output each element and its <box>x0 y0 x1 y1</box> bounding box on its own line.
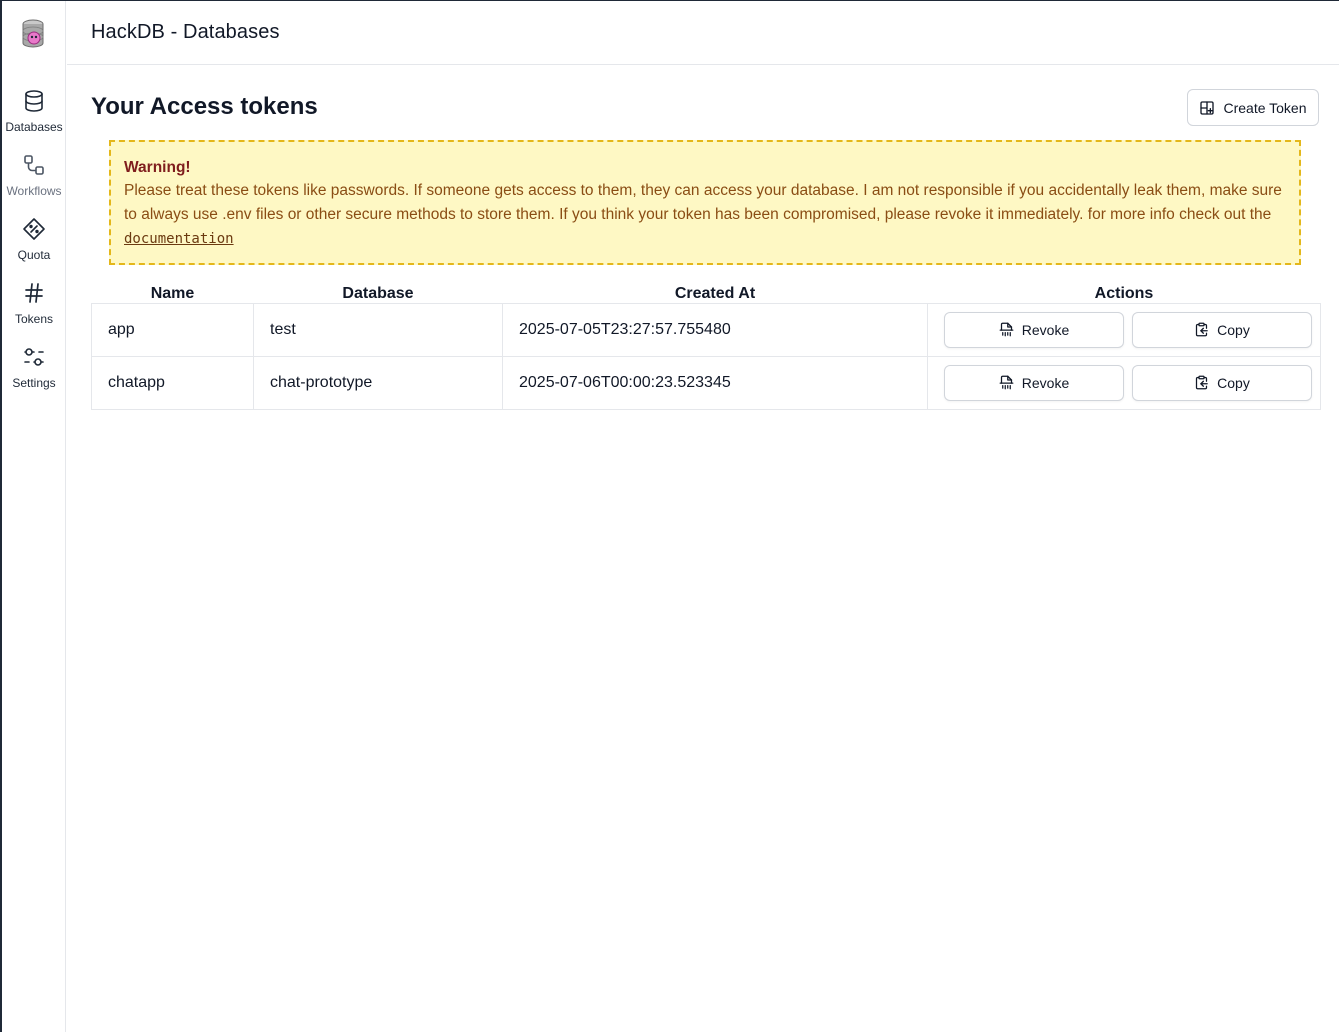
action-buttons: Revoke Copy <box>944 311 1312 348</box>
revoke-label: Revoke <box>1021 374 1070 391</box>
column-header-name: Name <box>150 284 195 302</box>
workflow-icon <box>24 155 44 175</box>
token-actions-cell: Revoke Copy <box>927 302 1321 357</box>
database-logo-icon[interactable] <box>19 18 47 50</box>
sidebar-item-label: Databases <box>5 120 63 134</box>
sliders-icon <box>24 348 44 366</box>
token-name-cell: chatapp <box>91 355 254 410</box>
app-window: Databases Workflows Quota Tokens Setting… <box>0 0 1339 1032</box>
column-header-actions: Actions <box>1094 284 1154 302</box>
sidebar-item-databases[interactable]: Databases <box>2 89 66 145</box>
quota-icon <box>23 218 45 240</box>
documentation-link[interactable]: documentation <box>124 231 234 247</box>
sidebar-item-label: Workflows <box>6 184 62 198</box>
token-database-cell: chat-prototype <box>253 355 503 410</box>
sidebar-item-tokens[interactable]: Tokens <box>2 281 66 337</box>
create-token-label: Create Token <box>1223 99 1307 116</box>
sidebar-item-label: Tokens <box>14 312 54 326</box>
sidebar: Databases Workflows Quota Tokens Setting… <box>2 1 66 1032</box>
shredder-icon <box>999 375 1014 390</box>
warning-title: Warning! <box>124 159 191 176</box>
copy-label: Copy <box>1217 374 1250 391</box>
revoke-button[interactable]: Revoke <box>944 311 1124 348</box>
token-created-cell: 2025-07-06T00:00:23.523345 <box>502 355 928 410</box>
sidebar-item-quota[interactable]: Quota <box>2 217 66 273</box>
page-title: Your Access tokens <box>91 93 318 120</box>
copy-button[interactable]: Copy <box>1132 364 1312 401</box>
app-title: HackDB - Databases <box>91 21 280 43</box>
table-header-row: Name Database Created At Actions <box>92 280 1321 303</box>
sidebar-item-label: Settings <box>12 376 56 390</box>
table-row: chatapp chat-prototype 2025-07-06T00:00:… <box>91 355 1321 410</box>
table-row: app test 2025-07-05T23:27:57.755480 Revo… <box>91 302 1321 357</box>
revoke-button[interactable]: Revoke <box>944 364 1124 401</box>
tokens-table: Name Database Created At Actions app tes… <box>91 280 1321 410</box>
copy-button[interactable]: Copy <box>1132 311 1312 348</box>
warning-body: Please treat these tokens like passwords… <box>124 179 1287 251</box>
revoke-label: Revoke <box>1021 321 1070 338</box>
hash-icon <box>25 283 43 303</box>
clipboard-copy-icon <box>1196 322 1208 337</box>
sidebar-item-workflows[interactable]: Workflows <box>2 153 66 209</box>
copy-label: Copy <box>1217 321 1250 338</box>
column-header-created-at: Created At <box>674 284 756 302</box>
warning-alert: Warning! Please treat these tokens like … <box>109 140 1301 265</box>
token-name-cell: app <box>91 302 254 357</box>
plus-grid-icon <box>1200 100 1215 115</box>
token-actions-cell: Revoke Copy <box>927 355 1321 410</box>
column-header-database: Database <box>342 284 414 302</box>
action-buttons: Revoke Copy <box>944 364 1312 401</box>
create-token-button[interactable]: Create Token <box>1187 89 1319 126</box>
top-header: HackDB - Databases <box>67 1 1339 65</box>
shredder-icon <box>999 322 1014 337</box>
token-database-cell: test <box>253 302 503 357</box>
database-icon <box>25 90 43 112</box>
sidebar-item-settings[interactable]: Settings <box>2 345 66 401</box>
warning-text: Please treat these tokens like passwords… <box>124 182 1282 223</box>
clipboard-copy-icon <box>1196 375 1208 390</box>
sidebar-item-label: Quota <box>17 248 51 262</box>
token-created-cell: 2025-07-05T23:27:57.755480 <box>502 302 928 357</box>
